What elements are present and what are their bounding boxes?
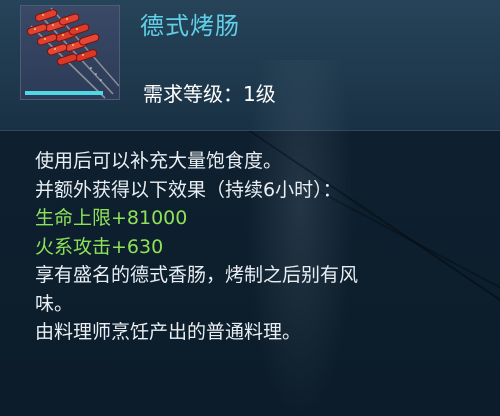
bonus-fire-attack: 火系攻击+630 bbox=[35, 235, 164, 258]
description-line: 使用后可以补充大量饱食度。 bbox=[35, 150, 283, 172]
item-icon-accent-bar bbox=[25, 91, 103, 95]
item-tooltip: 德式烤肠 需求等级：1级 使用后可以补充大量饱食度。 并额外获得以下效果（持续6… bbox=[0, 0, 500, 416]
item-description: 使用后可以补充大量饱食度。 并额外获得以下效果（持续6小时）： 生命上限+810… bbox=[35, 147, 475, 347]
description-line: 并额外获得以下效果（持续6小时）： bbox=[35, 178, 342, 201]
grilled-sausage-skewers-icon bbox=[26, 7, 119, 99]
required-level: 需求等级：1级 bbox=[143, 82, 276, 106]
flavor-text-line: 享有盛名的德式香肠，烤制之后别有风 bbox=[35, 264, 359, 286]
item-name: 德式烤肠 bbox=[140, 12, 240, 40]
tooltip-header: 德式烤肠 需求等级：1级 bbox=[0, 0, 500, 131]
flavor-text-line: 味。 bbox=[35, 292, 74, 315]
item-icon-frame bbox=[20, 5, 120, 100]
bonus-max-hp: 生命上限+81000 bbox=[35, 207, 188, 229]
item-source-text: 由料理师烹饪产出的普通料理。 bbox=[35, 321, 302, 343]
